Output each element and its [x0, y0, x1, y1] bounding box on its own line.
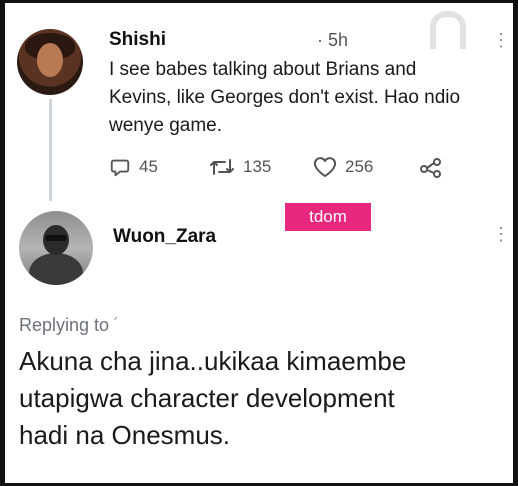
- more-vertical-icon[interactable]: ⋮: [492, 225, 510, 243]
- heart-icon: [313, 157, 337, 177]
- retweet-button[interactable]: 135: [209, 156, 313, 178]
- avatar-body: [29, 253, 83, 285]
- thread-connector: [49, 99, 52, 201]
- reply-text: Akuna cha jina..ukikaa kimaembe utapigwa…: [19, 343, 509, 454]
- more-vertical-icon[interactable]: ⋮: [492, 31, 510, 49]
- comment-icon: [110, 159, 130, 177]
- share-button[interactable]: [419, 156, 443, 178]
- reply-author-name[interactable]: Wuon_Zara: [113, 226, 216, 248]
- reply-text-line: utapigwa character development: [19, 383, 395, 413]
- avatar-glasses: [45, 235, 67, 241]
- retweet-count: 135: [243, 157, 272, 176]
- like-count: 256: [345, 157, 374, 176]
- share-icon: [420, 158, 441, 178]
- tweet-text-line: Kevins, like Georges don't exist. Hao nd…: [109, 87, 461, 108]
- watermark-logo: [430, 11, 466, 49]
- avatar-face: [37, 43, 63, 77]
- overlay-tag: tdom: [285, 203, 371, 231]
- retweet-icon: [210, 159, 234, 175]
- reply-text-line: hadi na Onesmus.: [19, 420, 231, 450]
- timestamp-value: 5h: [328, 30, 349, 50]
- author-avatar[interactable]: [17, 29, 83, 95]
- replying-to-text: Replying to: [19, 315, 110, 335]
- reply-button[interactable]: 45: [109, 156, 209, 178]
- like-button[interactable]: 256: [313, 156, 419, 178]
- tweet-text-line: I see babes talking about Brians and: [109, 59, 417, 80]
- tweet-actions: 45 135 256: [109, 155, 443, 179]
- tweet-timestamp[interactable]: · 5h: [317, 30, 348, 51]
- tweet-text: I see babes talking about Brians and Kev…: [109, 56, 504, 140]
- screenshot-frame: Shishi · 5h ⋮ I see babes talking about …: [5, 3, 513, 483]
- redacted-handle[interactable]: ´: [113, 315, 119, 335]
- author-name[interactable]: Shishi: [109, 29, 166, 51]
- reply-text-line: Akuna cha jina..ukikaa kimaembe: [19, 346, 407, 376]
- replying-to-label: Replying to ´: [19, 315, 119, 336]
- tweet-text-line: wenye game.: [109, 115, 223, 136]
- reply-author-avatar[interactable]: [19, 211, 93, 285]
- reply-count: 45: [139, 157, 158, 176]
